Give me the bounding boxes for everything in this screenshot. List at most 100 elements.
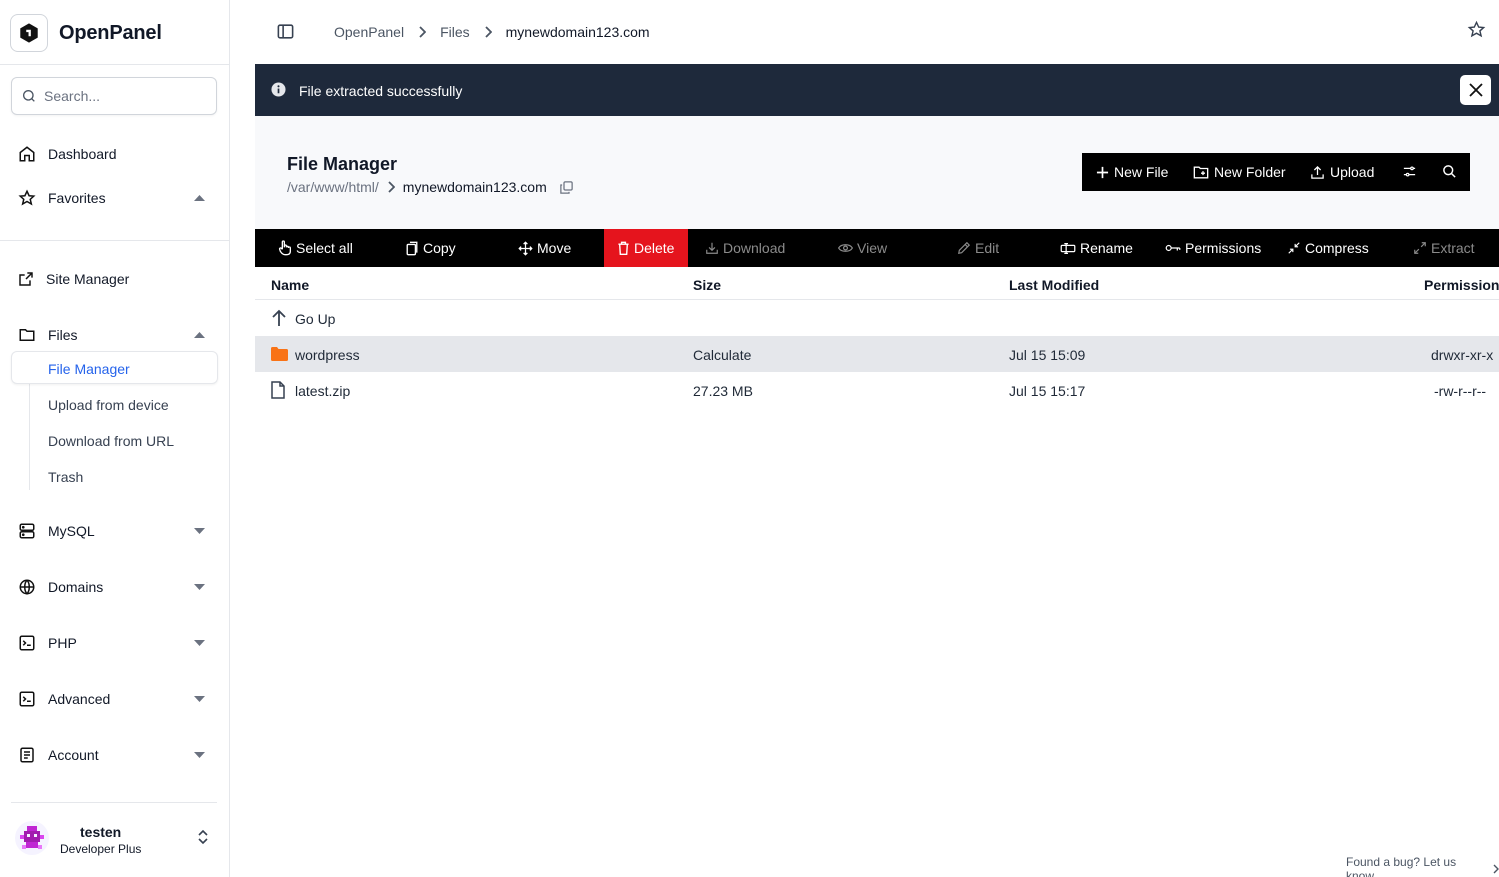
edit-button[interactable]: Edit [957,229,999,267]
chevron-right-icon [1493,864,1499,874]
sidebar-item-php[interactable]: PHP [18,631,210,655]
path-prefix[interactable]: /var/www/html/ [287,179,379,195]
sidebar-item-mysql[interactable]: MySQL [18,519,210,543]
folder-icon [271,347,288,361]
delete-button[interactable]: Delete [617,229,674,267]
plus-icon [1096,166,1109,178]
sidebar-item-label: PHP [48,635,77,651]
new-folder-button[interactable]: New Folder [1193,164,1286,180]
selection-toolbar: Select all Copy Move Delete Download Vie… [255,229,1499,267]
sidebar-item-label: Advanced [48,691,111,707]
sidebar-toggle-button[interactable] [276,22,295,41]
chevron-up-down-icon [198,829,208,845]
sliders-icon [1403,166,1416,177]
caret-down-icon [194,696,205,702]
table-row[interactable]: latest.zip 27.23 MB Jul 15 15:17 -rw-r--… [255,372,1499,408]
hand-pointer-icon [279,240,291,256]
caret-down-icon [194,584,205,590]
button-label: Compress [1305,240,1369,256]
search-input[interactable]: Search... [11,77,217,115]
bug-report-link[interactable]: Found a bug? Let us know [1346,855,1499,877]
file-manager-header: File Manager /var/www/html/ mynewdomain1… [255,116,1499,229]
column-header-permissions[interactable]: Permissions [1424,277,1499,293]
compress-button[interactable]: Compress [1287,229,1369,267]
sidebar-item-favorites[interactable]: Favorites [18,186,210,210]
sidebar-subitem-upload[interactable]: Upload from device [48,397,169,413]
breadcrumb: OpenPanel Files mynewdomain123.com [334,24,650,40]
page-title: File Manager [287,154,398,174]
view-button[interactable]: View [838,229,887,267]
user-plan: Developer Plus [60,842,142,856]
button-label: Download [723,240,786,256]
button-label: Delete [634,240,675,256]
sidebar-toggle-icon [277,24,294,39]
sidebar-subitem-trash[interactable]: Trash [48,469,83,485]
column-header-size[interactable]: Size [693,277,721,293]
brand[interactable]: OpenPanel [10,14,162,52]
path-current: mynewdomain123.com [402,179,547,195]
user-menu[interactable]: testen Developer Plus [15,820,215,860]
file-name[interactable]: latest.zip [295,383,350,399]
sidebar-item-site-manager[interactable]: Site Manager [18,267,210,291]
caret-down-icon [194,528,205,534]
file-modified: Jul 15 15:17 [1009,383,1086,399]
sidebar-item-domains[interactable]: Domains [18,575,210,599]
sidebar-item-advanced[interactable]: Advanced [18,687,210,711]
column-header-modified[interactable]: Last Modified [1009,277,1099,293]
select-all-button[interactable]: Select all [278,229,353,267]
terminal-icon [19,691,35,707]
chevron-right-icon [388,181,395,193]
column-header-name[interactable]: Name [271,277,309,293]
table-row[interactable]: wordpress Calculate Jul 15 15:09 drwxr-x… [255,336,1499,372]
button-label: Select all [296,240,353,256]
file-icon [271,381,285,399]
go-up-label: Go Up [295,311,336,327]
download-button[interactable]: Download [705,229,785,267]
openpanel-logo-icon [10,14,48,52]
search-files-button[interactable] [1442,164,1457,179]
alert-close-button[interactable] [1460,75,1491,105]
globe-www-icon [19,579,35,595]
upload-button[interactable]: Upload [1310,164,1374,180]
favorite-button[interactable] [1467,20,1486,39]
sidebar-subitem-file-manager[interactable]: File Manager [11,351,218,384]
sidebar-subitem-download-url[interactable]: Download from URL [48,433,174,449]
sidebar-item-dashboard[interactable]: Dashboard [18,142,210,166]
move-icon [518,240,533,256]
file-size[interactable]: Calculate [693,347,751,363]
sidebar: OpenPanel Search... Dashboard Favorites … [0,0,230,877]
sidebar-item-account[interactable]: Account [18,743,210,767]
breadcrumb-root[interactable]: OpenPanel [334,24,404,40]
sidebar-item-files[interactable]: Files [18,323,210,347]
chevron-right-icon [419,26,427,38]
file-size: 27.23 MB [693,383,753,399]
caret-up-icon [194,332,205,338]
new-file-button[interactable]: New File [1096,164,1168,180]
database-icon [19,523,35,539]
current-path: /var/www/html/ mynewdomain123.com [287,179,574,195]
copy-button[interactable]: Copy [405,229,456,267]
caret-down-icon [194,752,205,758]
button-label: Rename [1080,240,1133,256]
move-button[interactable]: Move [518,229,571,267]
avatar [15,821,49,855]
file-name[interactable]: wordpress [295,347,360,363]
user-name: testen [80,824,122,840]
bug-report-label: Found a bug? Let us know [1346,855,1457,877]
caret-down-icon [194,640,205,646]
sidebar-item-label: Dashboard [48,146,117,162]
expand-icon [1414,242,1426,254]
file-actions-bar: New File New Folder Upload [1082,153,1470,191]
star-icon [1467,20,1486,38]
extract-button[interactable]: Extract [1413,229,1475,267]
external-link-icon [19,272,33,286]
rename-button[interactable]: Rename [1060,229,1133,267]
permissions-button[interactable]: Permissions [1165,229,1261,267]
settings-toggle-button[interactable] [1402,164,1417,179]
go-up-row[interactable]: Go Up [255,300,1499,336]
breadcrumb-section[interactable]: Files [440,24,470,40]
sidebar-item-label: Files [48,327,78,343]
copy-path-icon[interactable] [559,180,574,195]
file-permissions: -rw-r--r-- [1434,383,1487,399]
caret-up-icon [194,195,205,201]
